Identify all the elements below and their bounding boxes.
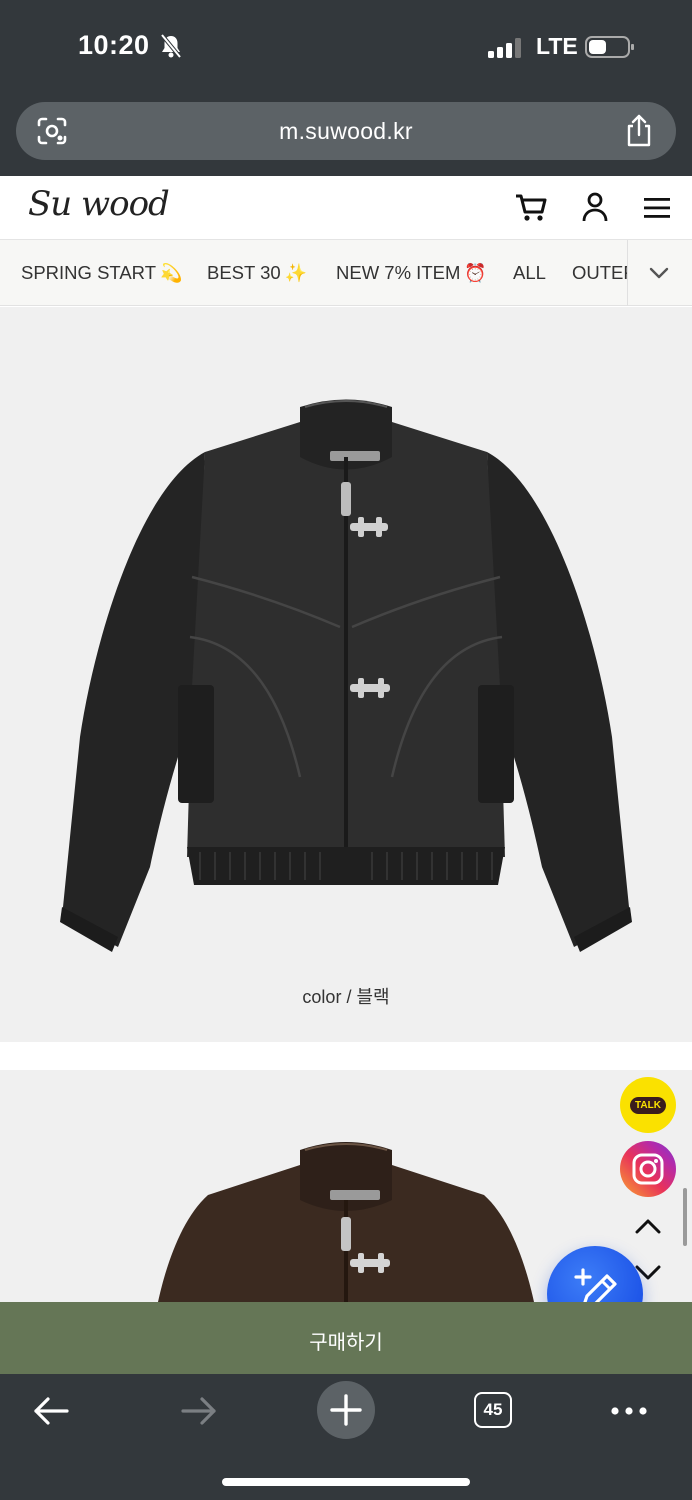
browser-toolbar: 45 bbox=[0, 1374, 692, 1500]
cart-icon[interactable] bbox=[515, 194, 547, 222]
user-icon[interactable] bbox=[581, 192, 609, 222]
new-tab-button[interactable] bbox=[317, 1381, 375, 1439]
url-text: m.suwood.kr bbox=[279, 118, 413, 144]
category-divider bbox=[627, 240, 628, 306]
category-outer[interactable]: OUTER bbox=[572, 262, 627, 284]
chevron-down-icon[interactable] bbox=[648, 262, 670, 284]
menu-icon[interactable] bbox=[643, 196, 671, 220]
section-gap bbox=[0, 1042, 692, 1070]
site-logo[interactable]: Su wood bbox=[28, 184, 170, 224]
category-best-30[interactable]: BEST 30 ✨ bbox=[207, 262, 307, 284]
kakao-talk-button[interactable]: TALK bbox=[620, 1077, 676, 1133]
home-indicator bbox=[222, 1478, 470, 1486]
buy-button[interactable]: 구매하기 bbox=[0, 1302, 692, 1374]
product-image-black: color / 블랙 bbox=[0, 307, 692, 1042]
bell-slash-icon bbox=[160, 34, 182, 58]
instagram-button[interactable] bbox=[620, 1141, 676, 1197]
color-caption: color / 블랙 bbox=[302, 987, 390, 1007]
clock-time: 10:20 bbox=[78, 30, 150, 60]
site-header: Su wood bbox=[0, 176, 692, 240]
plus-icon bbox=[330, 1394, 362, 1426]
jacket-black-image bbox=[60, 399, 632, 952]
status-bar: 10:20 LTE bbox=[0, 0, 692, 94]
battery-icon bbox=[585, 36, 634, 58]
talk-label: TALK bbox=[630, 1096, 666, 1114]
signal-icon bbox=[488, 38, 521, 58]
address-bar[interactable]: m.suwood.kr bbox=[16, 102, 676, 160]
category-new-item[interactable]: NEW 7% ITEM ⏰ bbox=[336, 262, 487, 284]
share-icon[interactable] bbox=[624, 114, 654, 148]
more-options-icon[interactable] bbox=[610, 1406, 648, 1416]
category-list: SPRING START 💫 BEST 30 ✨ NEW 7% ITEM ⏰ ALL … bbox=[0, 240, 627, 306]
instagram-icon bbox=[632, 1153, 664, 1185]
network-type: LTE bbox=[536, 33, 578, 59]
tab-switcher-button[interactable]: 45 bbox=[474, 1392, 512, 1428]
page-scrollbar[interactable] bbox=[683, 1188, 687, 1246]
scroll-top-icon[interactable] bbox=[634, 1216, 662, 1236]
forward-arrow-icon[interactable] bbox=[180, 1396, 218, 1426]
browser-url-area: m.suwood.kr bbox=[0, 94, 692, 176]
category-nav: SPRING START 💫 BEST 30 ✨ NEW 7% ITEM ⏰ ALL … bbox=[0, 240, 692, 306]
back-arrow-icon[interactable] bbox=[32, 1396, 70, 1426]
category-all[interactable]: ALL bbox=[513, 262, 546, 284]
category-spring-start[interactable]: SPRING START 💫 bbox=[21, 262, 182, 284]
